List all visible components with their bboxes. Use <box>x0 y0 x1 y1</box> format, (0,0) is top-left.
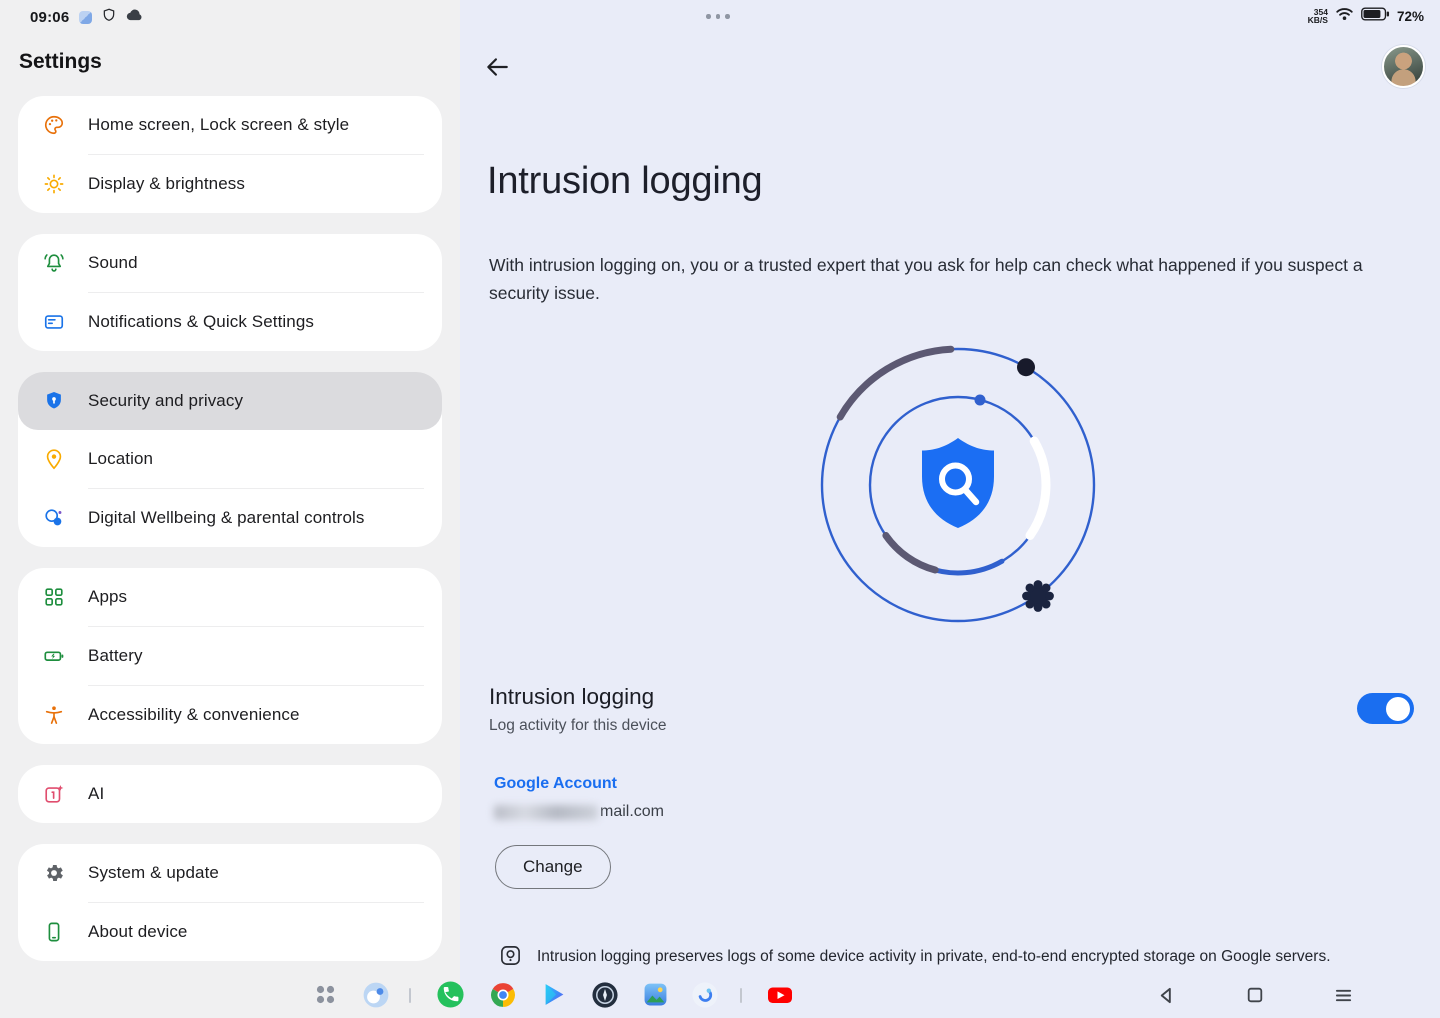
account-email: mail.com <box>494 803 664 821</box>
screen: 09:06 354 KB/S <box>0 0 1440 1018</box>
app-drawer-icon[interactable] <box>312 981 339 1008</box>
security-shield-icon <box>42 389 66 413</box>
sidebar-item-apps[interactable]: Apps <box>18 568 442 626</box>
sidebar-item-label: Accessibility & convenience <box>88 705 300 725</box>
sidebar-item-label: About device <box>88 922 188 942</box>
sidebar-item-label: Location <box>88 449 153 469</box>
nav-menu-icon[interactable] <box>1332 984 1354 1006</box>
shield-search-orbit-illustration <box>805 332 1111 643</box>
sidebar-group-ai: AI <box>18 765 442 823</box>
sidebar-title: Settings <box>19 50 102 74</box>
sidebar-item-label: Battery <box>88 646 143 666</box>
sidebar-item-label: Security and privacy <box>88 391 243 411</box>
sidebar-group-sound: Sound Notifications & Quick Settings <box>18 234 442 351</box>
sidebar-item-label: Digital Wellbeing & parental controls <box>88 508 364 528</box>
chrome-icon[interactable] <box>489 981 516 1008</box>
google-account-link[interactable]: Google Account <box>494 775 617 793</box>
sidebar-item-system-update[interactable]: System & update <box>18 844 442 902</box>
weather-app-icon[interactable] <box>691 981 718 1008</box>
brightness-icon <box>42 172 66 196</box>
sidebar-item-about-device[interactable]: About device <box>18 903 442 961</box>
sidebar-item-label: Notifications & Quick Settings <box>88 312 314 332</box>
photos-app-icon[interactable] <box>642 981 669 1008</box>
redacted-email-blur <box>494 805 598 820</box>
battery-icon <box>1361 7 1390 26</box>
back-button[interactable] <box>480 50 514 84</box>
taskbar-divider <box>409 988 411 1003</box>
cloud-icon <box>126 8 143 27</box>
whatsapp-icon[interactable] <box>437 981 464 1008</box>
phone-icon <box>42 920 66 944</box>
play-store-icon[interactable] <box>540 981 567 1008</box>
sound-icon <box>42 251 66 275</box>
sidebar-item-accessibility[interactable]: Accessibility & convenience <box>18 686 442 744</box>
window-drag-handle[interactable] <box>706 14 730 19</box>
sidebar-item-label: System & update <box>88 863 219 883</box>
encrypted-storage-icon <box>499 944 522 972</box>
wifi-icon <box>1335 6 1354 26</box>
location-pin-icon <box>42 447 66 471</box>
change-account-button[interactable]: Change <box>495 845 611 889</box>
sidebar-card-list: Home screen, Lock screen & style Display… <box>18 96 442 961</box>
sidebar-group-apps: Apps Battery Accessibility & convenience <box>18 568 442 744</box>
taskbar-divider <box>740 988 742 1003</box>
gear-icon <box>42 861 66 885</box>
notifications-icon <box>42 310 66 334</box>
palette-icon <box>42 113 66 137</box>
ai-icon <box>42 782 66 806</box>
intrusion-logging-switch[interactable] <box>1357 693 1414 724</box>
sidebar-item-notifications[interactable]: Notifications & Quick Settings <box>18 293 442 351</box>
apps-grid-icon <box>42 585 66 609</box>
sidebar-item-digital-wellbeing[interactable]: Digital Wellbeing & parental controls <box>18 489 442 547</box>
taskbar <box>0 972 1440 1018</box>
sidebar-item-label: Apps <box>88 587 127 607</box>
wellbeing-icon <box>42 506 66 530</box>
account-avatar[interactable] <box>1382 45 1425 88</box>
sidebar-item-label: Sound <box>88 253 138 273</box>
notification-app-icon <box>79 11 92 24</box>
status-bar: 09:06 354 KB/S <box>0 0 1440 36</box>
sidebar-item-display[interactable]: Display & brightness <box>18 155 442 213</box>
sidebar-group-personalization: Home screen, Lock screen & style Display… <box>18 96 442 213</box>
toggle-subtitle: Log activity for this device <box>489 717 1414 735</box>
footer-note-text: Intrusion logging preserves logs of some… <box>537 944 1331 967</box>
email-visible-text: mail.com <box>600 803 664 821</box>
page-description: With intrusion logging on, you or a trus… <box>489 252 1369 307</box>
page-title: Intrusion logging <box>487 160 762 203</box>
sidebar-item-location[interactable]: Location <box>18 430 442 488</box>
intrusion-logging-panel: Intrusion logging With intrusion logging… <box>460 0 1440 1018</box>
files-app-icon[interactable] <box>362 981 389 1008</box>
sidebar-item-ai[interactable]: AI <box>18 765 442 823</box>
youtube-icon[interactable] <box>766 981 793 1008</box>
shield-icon <box>102 8 116 27</box>
nav-recents-icon[interactable] <box>1244 984 1266 1006</box>
accessibility-icon <box>42 703 66 727</box>
toggle-title: Intrusion logging <box>489 684 1414 710</box>
sidebar-item-battery[interactable]: Battery <box>18 627 442 685</box>
network-speed: 354 KB/S <box>1308 8 1328 25</box>
battery-percent: 72% <box>1397 9 1424 24</box>
intrusion-logging-toggle-row: Intrusion logging Log activity for this … <box>489 684 1414 744</box>
clock: 09:06 <box>30 9 69 26</box>
sidebar-item-security-privacy[interactable]: Security and privacy <box>18 372 442 430</box>
compass-app-icon[interactable] <box>591 981 618 1008</box>
sidebar-group-system: System & update About device <box>18 844 442 961</box>
sidebar-item-home-screen[interactable]: Home screen, Lock screen & style <box>18 96 442 154</box>
battery-icon <box>42 644 66 668</box>
sidebar-item-label: Home screen, Lock screen & style <box>88 115 349 135</box>
sidebar-group-security: Security and privacy Location Digital We… <box>18 372 442 547</box>
footer-note: Intrusion logging preserves logs of some… <box>499 944 1370 972</box>
sidebar-item-label: AI <box>88 784 104 804</box>
nav-back-icon[interactable] <box>1155 984 1177 1006</box>
sidebar-item-sound[interactable]: Sound <box>18 234 442 292</box>
sidebar-item-label: Display & brightness <box>88 174 245 194</box>
settings-sidebar: Settings Home screen, Lock screen & styl… <box>0 0 460 1018</box>
